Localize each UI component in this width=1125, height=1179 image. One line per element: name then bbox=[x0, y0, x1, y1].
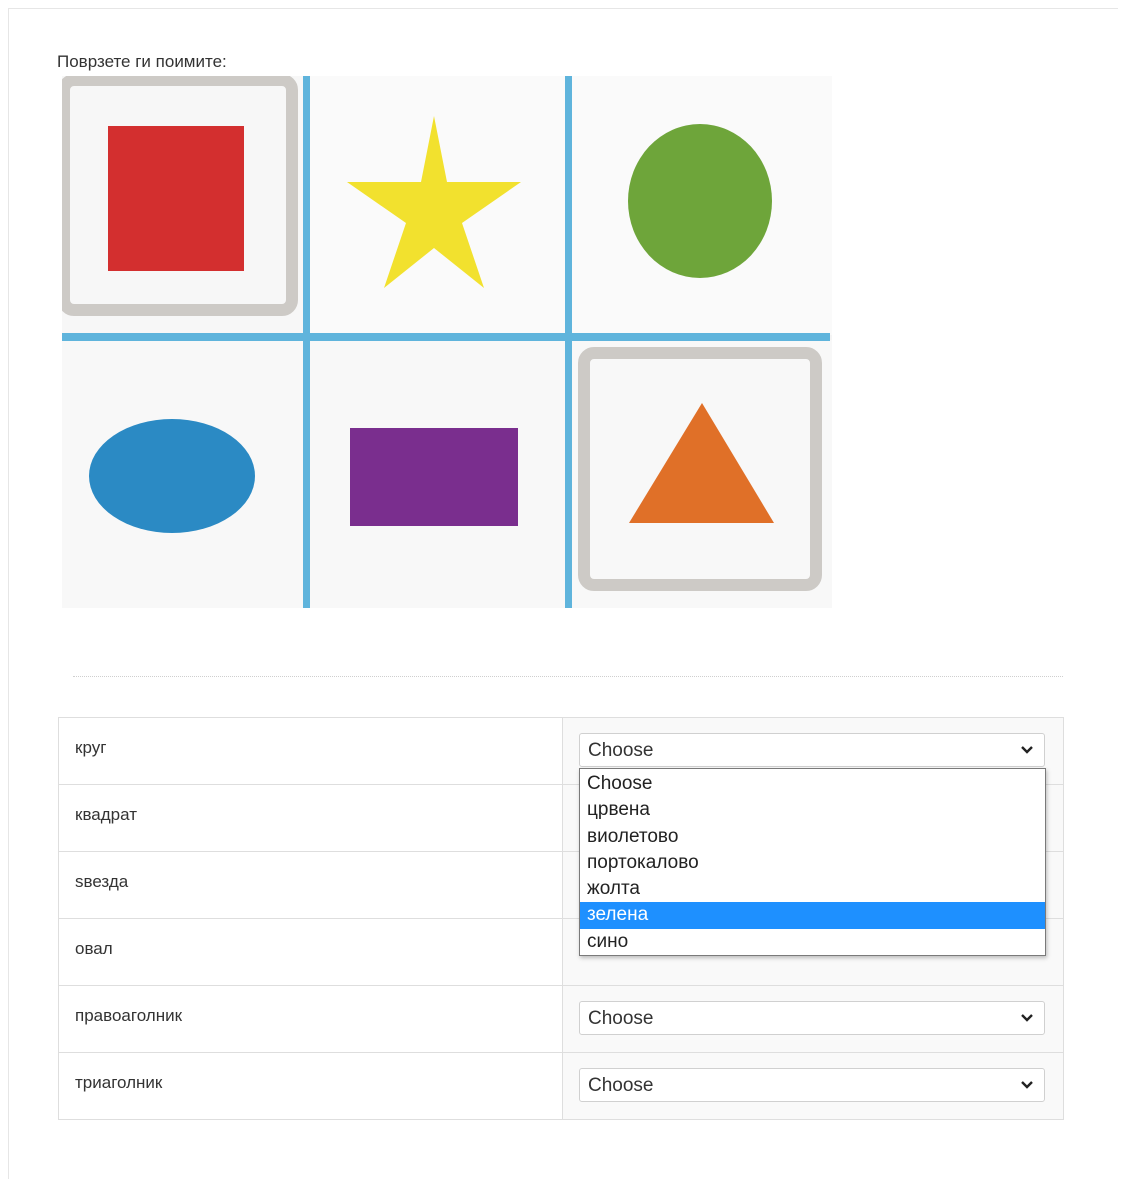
shapes-image bbox=[62, 76, 832, 608]
section-divider bbox=[73, 676, 1063, 677]
answer-select[interactable]: Choose bbox=[579, 1068, 1045, 1102]
term-cell: квадрат bbox=[58, 784, 563, 852]
term-cell: триаголник bbox=[58, 1052, 563, 1120]
dropdown-option[interactable]: сино bbox=[580, 929, 1045, 955]
answer-select[interactable]: Choose bbox=[579, 733, 1045, 767]
dropdown-option[interactable]: портокалово bbox=[580, 850, 1045, 876]
content-border-left bbox=[8, 8, 9, 1179]
answer-cell: Choose bbox=[562, 1052, 1064, 1120]
term-label: триаголник bbox=[75, 1073, 163, 1092]
blue-oval-shape bbox=[89, 419, 255, 533]
chevron-down-icon bbox=[1021, 746, 1033, 754]
term-label: круг bbox=[75, 738, 107, 757]
dropdown-option[interactable]: зелена bbox=[580, 902, 1045, 929]
term-cell: овал bbox=[58, 918, 563, 986]
dropdown-option[interactable]: црвена bbox=[580, 797, 1045, 823]
grid-line-vertical-1 bbox=[303, 76, 310, 608]
term-cell: правоаголник bbox=[58, 985, 563, 1053]
term-cell: круг bbox=[58, 717, 563, 785]
red-square-shape bbox=[108, 126, 244, 271]
answer-select[interactable]: Choose bbox=[579, 1001, 1045, 1035]
match-row: триаголник Choose bbox=[58, 1052, 1064, 1120]
color-options-dropdown[interactable]: Choose црвена виолетово портокалово жолта зел… bbox=[579, 768, 1046, 956]
term-cell: ѕвезда bbox=[58, 851, 563, 919]
select-value: Choose bbox=[588, 740, 654, 761]
grid-line-horizontal bbox=[62, 333, 830, 341]
grid-line-vertical-2 bbox=[565, 76, 572, 608]
chevron-down-icon bbox=[1021, 1014, 1033, 1022]
dropdown-option[interactable]: виолетово bbox=[580, 824, 1045, 850]
content-border-top bbox=[8, 8, 1118, 9]
match-row: правоаголник Choose bbox=[58, 985, 1064, 1053]
select-value: Choose bbox=[588, 1008, 654, 1029]
term-label: правоаголник bbox=[75, 1006, 183, 1025]
chevron-down-icon bbox=[1021, 1081, 1033, 1089]
answer-cell: Choose bbox=[562, 985, 1064, 1053]
select-value: Choose bbox=[588, 1075, 654, 1096]
term-label: квадрат bbox=[75, 805, 137, 824]
dropdown-option[interactable]: жолта bbox=[580, 876, 1045, 902]
dropdown-option[interactable]: Choose bbox=[580, 771, 1045, 797]
term-label: ѕвезда bbox=[75, 872, 129, 891]
term-label: овал bbox=[75, 939, 113, 958]
question-prompt: Поврзете ги поимите: bbox=[57, 52, 227, 71]
purple-rectangle-shape bbox=[350, 428, 518, 526]
green-circle-shape bbox=[628, 124, 772, 278]
